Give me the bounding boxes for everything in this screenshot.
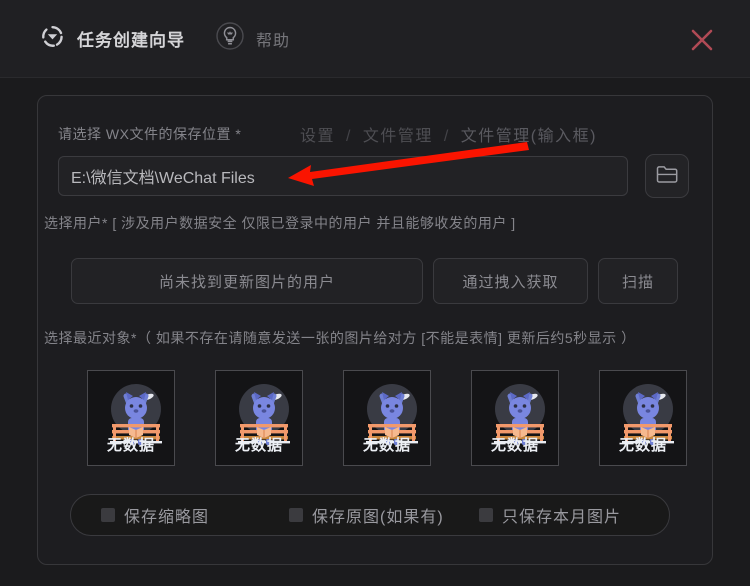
save-this-month-only-checkbox[interactable]: 只保存本月图片 [479,503,621,527]
user-section-label: 选择用户* [ 涉及用户数据安全 仅限已登录中的用户 并且能够收发的用户 ] [44,215,516,231]
checkbox-box-icon [479,508,493,522]
folder-icon [655,163,679,190]
thumbnail-label: 无数据 [362,437,411,454]
thumbnail-label: 无数据 [490,437,539,454]
list-item[interactable]: 无数据 [599,370,687,466]
recent-section-label: 选择最近对象*（ 如果不存在请随意发送一张的图片给对方 [不能是表情] 更新后约… [44,330,636,346]
lightbulb-icon [215,21,245,56]
wx-file-path-input[interactable] [58,156,628,196]
breadcrumb-item-1[interactable]: 文件管理 [363,128,433,145]
breadcrumb-separator: / [443,128,450,145]
target-crosshair-icon [40,24,65,54]
thumbnail-label: 无数据 [618,437,667,454]
task-wizard-window: 任务创建向导 帮助 请选择 WX文件的保存位置 * 设置 / 文件管理 / 文件… [0,0,750,586]
save-options-bar: 保存缩略图 保存原图(如果有) 只保存本月图片 [70,494,670,536]
get-by-drag-button[interactable]: 通过拽入获取 [433,258,588,304]
thumbnail-label: 无数据 [106,437,155,454]
breadcrumb-separator: / [345,128,352,145]
path-section-label: 请选择 WX文件的保存位置 * [58,126,242,142]
checkbox-label: 只保存本月图片 [502,509,622,526]
list-item[interactable]: 无数据 [215,370,303,466]
checkbox-box-icon [101,508,115,522]
app-title-group: 任务创建向导 [40,24,185,54]
checkbox-label: 保存缩略图 [124,509,210,526]
help-button[interactable]: 帮助 [215,21,290,56]
no-updated-image-users-button[interactable]: 尚未找到更新图片的用户 [71,258,423,304]
checkbox-label: 保存原图(如果有) [312,509,444,526]
breadcrumb: 设置 / 文件管理 / 文件管理(输入框) [300,122,597,146]
recent-targets-list: 无数据 无数据 无数据 无数据 无数据 [87,370,687,466]
save-original-checkbox[interactable]: 保存原图(如果有) [289,503,444,527]
help-label: 帮助 [256,32,291,50]
scan-button[interactable]: 扫描 [598,258,678,304]
list-item[interactable]: 无数据 [471,370,559,466]
breadcrumb-item-0[interactable]: 设置 [300,128,335,145]
window-title: 任务创建向导 [77,31,185,50]
list-item[interactable]: 无数据 [343,370,431,466]
browse-folder-button[interactable] [645,154,689,198]
thumbnail-label: 无数据 [234,437,283,454]
save-thumbnail-checkbox[interactable]: 保存缩略图 [101,503,209,527]
list-item[interactable]: 无数据 [87,370,175,466]
close-x-icon[interactable] [689,27,715,53]
checkbox-box-icon [289,508,303,522]
breadcrumb-item-2: 文件管理(输入框) [460,128,597,145]
window-titlebar: 任务创建向导 帮助 [0,0,750,78]
